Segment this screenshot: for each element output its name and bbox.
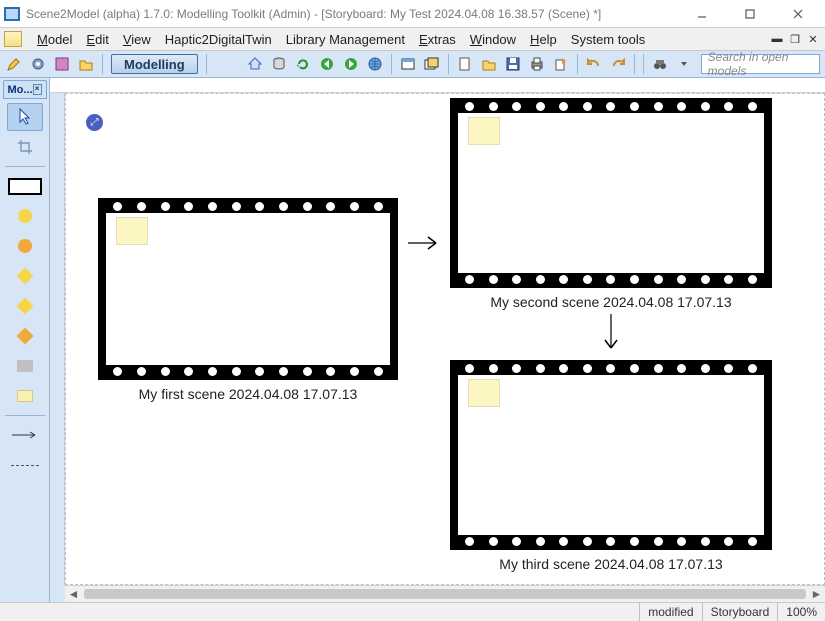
scene-frame xyxy=(458,375,764,535)
back-icon[interactable] xyxy=(316,53,338,75)
pencil-icon[interactable] xyxy=(3,53,25,75)
sticky-note-icon xyxy=(468,379,500,407)
connector-arrow[interactable] xyxy=(406,234,446,252)
menu-view[interactable]: View xyxy=(116,30,158,49)
scrollbar-horizontal[interactable]: ◄ ► xyxy=(50,585,825,602)
square-cream-tool[interactable] xyxy=(7,382,43,410)
binoculars-icon[interactable] xyxy=(649,53,671,75)
home-icon[interactable] xyxy=(244,53,266,75)
menu-haptic[interactable]: Haptic2DigitalTwin xyxy=(158,30,279,49)
scene-node[interactable]: My first scene 2024.04.08 17.07.13 xyxy=(98,198,398,402)
menubar: Model Edit View Haptic2DigitalTwin Libra… xyxy=(0,28,825,51)
cards-icon[interactable] xyxy=(421,53,443,75)
diamond-orange-tool[interactable] xyxy=(7,322,43,350)
palette-tab[interactable]: Mo...× xyxy=(3,80,47,99)
sticky-note-icon xyxy=(468,117,500,145)
puzzle-icon[interactable] xyxy=(51,53,73,75)
ruler-horizontal xyxy=(50,78,825,93)
menu-edit[interactable]: Edit xyxy=(79,30,115,49)
new-icon[interactable] xyxy=(454,53,476,75)
square-gray-tool[interactable] xyxy=(7,352,43,380)
scroll-right-icon[interactable]: ► xyxy=(808,587,825,602)
scene-label: My second scene 2024.04.08 17.07.13 xyxy=(450,294,772,310)
scene-label: My first scene 2024.04.08 17.07.13 xyxy=(98,386,398,402)
pointer-tool[interactable] xyxy=(7,103,43,131)
sticky-note-icon xyxy=(116,217,148,245)
statusbar: modified Storyboard 100% xyxy=(0,602,825,621)
save-icon[interactable] xyxy=(502,53,524,75)
scene-frame xyxy=(458,113,764,273)
menu-extras[interactable]: Extras xyxy=(412,30,463,49)
arrow-tool[interactable] xyxy=(7,421,43,449)
status-zoom[interactable]: 100% xyxy=(777,603,825,621)
gear-icon[interactable] xyxy=(27,53,49,75)
circle-yellow-tool[interactable] xyxy=(7,202,43,230)
app-icon xyxy=(4,7,20,21)
redo-icon[interactable] xyxy=(607,53,629,75)
mdi-minimize-button[interactable]: ▬ xyxy=(769,32,785,46)
refresh-icon[interactable] xyxy=(292,53,314,75)
menu-window[interactable]: Window xyxy=(463,30,523,49)
search-dropdown-icon[interactable] xyxy=(673,53,695,75)
scene-node[interactable]: My third scene 2024.04.08 17.07.13 xyxy=(450,360,772,572)
doc-icon xyxy=(4,31,22,47)
menu-library[interactable]: Library Management xyxy=(279,30,412,49)
window-titlebar: Scene2Model (alpha) 1.7.0: Modelling Too… xyxy=(0,0,825,28)
search-input[interactable]: Search in open models xyxy=(701,54,820,74)
window-title: Scene2Model (alpha) 1.7.0: Modelling Too… xyxy=(26,7,687,21)
toolbar: Modelling Search in open models xyxy=(0,51,825,78)
scene-label: My third scene 2024.04.08 17.07.13 xyxy=(450,556,772,572)
connector-arrow[interactable] xyxy=(602,312,620,358)
maximize-button[interactable] xyxy=(735,4,765,24)
card-icon[interactable] xyxy=(397,53,419,75)
status-modified: modified xyxy=(639,603,701,621)
diamond-yellow-tool[interactable] xyxy=(7,262,43,290)
menu-model[interactable]: Model xyxy=(30,30,79,49)
status-type: Storyboard xyxy=(702,603,778,621)
database-icon[interactable] xyxy=(268,53,290,75)
zoom-handle-icon[interactable] xyxy=(86,114,103,131)
circle-orange-tool[interactable] xyxy=(7,232,43,260)
menu-system[interactable]: System tools xyxy=(564,30,652,49)
close-icon[interactable]: × xyxy=(33,84,42,95)
menu-help[interactable]: Help xyxy=(523,30,564,49)
folder-open-icon[interactable] xyxy=(75,53,97,75)
scene-frame xyxy=(106,213,390,365)
minimize-button[interactable] xyxy=(687,4,717,24)
mdi-close-button[interactable]: ✕ xyxy=(805,32,821,46)
open-icon[interactable] xyxy=(478,53,500,75)
rect-tool[interactable] xyxy=(7,172,43,200)
print-icon[interactable] xyxy=(526,53,548,75)
ruler-vertical xyxy=(50,93,65,585)
scene-node[interactable]: My second scene 2024.04.08 17.07.13 xyxy=(450,98,772,310)
world-icon[interactable] xyxy=(364,53,386,75)
export-icon[interactable] xyxy=(550,53,572,75)
mode-indicator: Modelling xyxy=(111,54,198,74)
crop-tool[interactable] xyxy=(7,133,43,161)
close-button[interactable] xyxy=(783,4,813,24)
forward-icon[interactable] xyxy=(340,53,362,75)
mdi-restore-button[interactable]: ❐ xyxy=(787,32,803,46)
dashed-line-tool[interactable] xyxy=(7,451,43,479)
scroll-left-icon[interactable]: ◄ xyxy=(65,587,82,602)
canvas[interactable]: My first scene 2024.04.08 17.07.13 My se… xyxy=(65,93,825,585)
diamond-yellow2-tool[interactable] xyxy=(7,292,43,320)
tool-palette: Mo...× xyxy=(0,78,50,602)
undo-icon[interactable] xyxy=(583,53,605,75)
